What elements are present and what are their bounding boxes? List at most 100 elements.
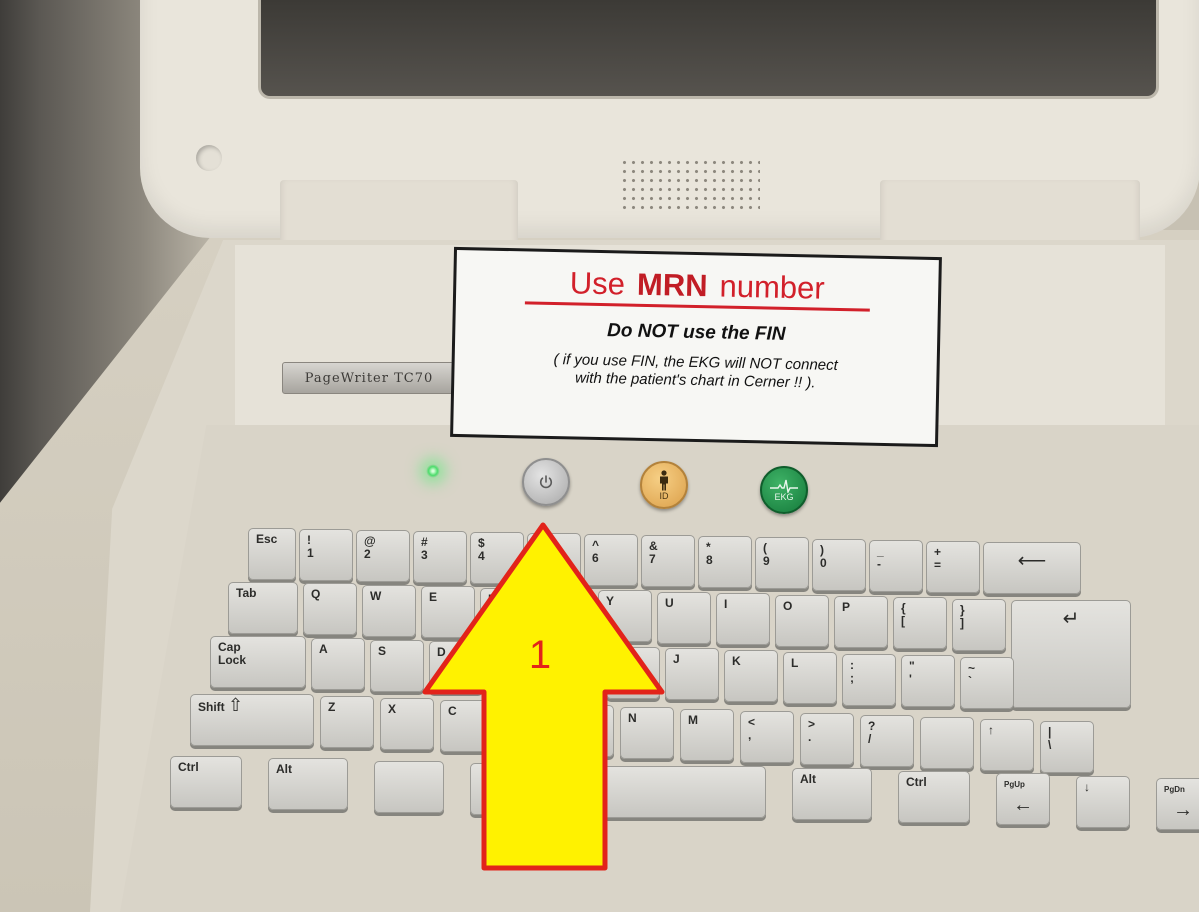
key-enter[interactable]: ↵ bbox=[1011, 600, 1131, 709]
key-d[interactable]: D bbox=[429, 641, 483, 694]
key-label: Alt bbox=[276, 762, 292, 777]
key-o[interactable]: O bbox=[775, 594, 829, 647]
key-blank-4-8[interactable]: ↓ bbox=[1076, 775, 1130, 828]
key-label: $ 4 bbox=[478, 536, 485, 564]
key-blank-4-3[interactable] bbox=[470, 763, 540, 816]
key-t[interactable]: T bbox=[539, 589, 593, 641]
key-label: PgDn bbox=[1164, 785, 1185, 795]
shift-arrow-icon: ⇧ bbox=[228, 695, 244, 715]
key-blank-3-12[interactable]: ↑ bbox=[980, 719, 1034, 772]
key-label: # 3 bbox=[421, 535, 428, 563]
key-label: T bbox=[547, 593, 555, 607]
key-blank-3-8[interactable]: < , bbox=[740, 710, 794, 763]
key-blank-2-10[interactable]: : ; bbox=[842, 653, 896, 706]
key-blank-0-12[interactable]: + = bbox=[926, 540, 980, 593]
key-u[interactable]: U bbox=[657, 591, 711, 644]
key-label: A bbox=[319, 641, 328, 656]
key-i[interactable]: I bbox=[716, 593, 770, 646]
key-cap-lock[interactable]: Cap Lock bbox=[210, 636, 306, 688]
key-p[interactable]: P bbox=[834, 596, 888, 648]
key-2[interactable]: @ 2 bbox=[356, 530, 410, 583]
key-e[interactable]: E bbox=[421, 586, 475, 639]
key-j[interactable]: J bbox=[665, 648, 719, 701]
key-blank-4-4[interactable] bbox=[566, 765, 766, 818]
key-1[interactable]: ! 1 bbox=[299, 529, 353, 582]
key-0[interactable]: ) 0 bbox=[812, 538, 866, 591]
key-alt[interactable]: Alt bbox=[268, 758, 348, 811]
key-blank-3-11[interactable] bbox=[920, 717, 974, 770]
key-s[interactable]: S bbox=[370, 639, 424, 692]
key-x[interactable]: X bbox=[380, 698, 434, 751]
key-l[interactable]: L bbox=[783, 651, 837, 704]
key-blank-3-9[interactable]: > . bbox=[800, 712, 854, 765]
key-v[interactable]: V bbox=[500, 702, 554, 755]
key-label: L bbox=[791, 655, 799, 670]
key-label: ? / bbox=[868, 719, 876, 746]
key-label: ) 0 bbox=[820, 542, 827, 570]
key-pgdn[interactable]: PgDn → bbox=[1156, 778, 1199, 831]
key-pgup[interactable]: PgUp ← bbox=[996, 773, 1050, 826]
key-esc[interactable]: Esc bbox=[248, 528, 296, 580]
key-label: PgUp bbox=[1004, 780, 1025, 790]
key-label: J bbox=[673, 652, 680, 667]
key-blank-2-12[interactable]: ~ ` bbox=[960, 657, 1014, 709]
key-k[interactable]: K bbox=[724, 650, 778, 702]
key-label: & 7 bbox=[649, 539, 658, 567]
key-label: P bbox=[842, 600, 851, 614]
enter-arrow-icon: ↵ bbox=[1062, 608, 1080, 631]
key-label: " ' bbox=[909, 659, 915, 687]
key-c[interactable]: C bbox=[440, 700, 494, 753]
key-m[interactable]: M bbox=[680, 708, 734, 761]
key-label: ^ 6 bbox=[592, 538, 600, 566]
key-3[interactable]: # 3 bbox=[413, 531, 467, 584]
key-blank-4-2[interactable] bbox=[374, 760, 444, 813]
key-b[interactable]: B bbox=[560, 704, 614, 757]
key-blank-3-10[interactable]: ? / bbox=[860, 715, 914, 767]
key-label: K bbox=[732, 654, 741, 668]
key-h[interactable]: H bbox=[606, 646, 660, 699]
key-8[interactable]: * 8 bbox=[698, 536, 752, 589]
key-blank-1-11[interactable]: { [ bbox=[893, 597, 947, 650]
key-y[interactable]: Y bbox=[598, 590, 652, 643]
key-tab[interactable]: Tab bbox=[228, 582, 298, 634]
key-blank-0-11[interactable]: _ - bbox=[869, 539, 923, 592]
key-label: * 8 bbox=[706, 540, 713, 568]
key-ctrl[interactable]: Ctrl bbox=[170, 756, 242, 808]
key-4[interactable]: $ 4 bbox=[470, 532, 524, 585]
key-f[interactable]: F bbox=[488, 643, 542, 695]
key-label: W bbox=[370, 588, 382, 603]
key-label: ↑ bbox=[988, 723, 994, 738]
key-blank-2-11[interactable]: " ' bbox=[901, 655, 955, 708]
key-label: N bbox=[628, 710, 637, 725]
key-7[interactable]: & 7 bbox=[641, 535, 695, 588]
key-backspace[interactable]: ⟵ bbox=[983, 541, 1081, 594]
key-blank-1-12[interactable]: } ] bbox=[952, 598, 1006, 651]
key-9[interactable]: ( 9 bbox=[755, 537, 809, 590]
key-label: | \ bbox=[1048, 725, 1052, 753]
key-label: E bbox=[429, 590, 438, 605]
key-label: : ; bbox=[850, 657, 854, 685]
key-label: ! 1 bbox=[307, 533, 314, 561]
key-label: B bbox=[568, 708, 577, 723]
key-label: M bbox=[688, 712, 698, 727]
key-a[interactable]: A bbox=[311, 637, 365, 690]
key-blank-3-13[interactable]: | \ bbox=[1040, 721, 1094, 774]
key-q[interactable]: Q bbox=[303, 583, 357, 636]
key-label: + = bbox=[934, 544, 942, 572]
key-6[interactable]: ^ 6 bbox=[584, 534, 638, 587]
key-ctrl[interactable]: Ctrl bbox=[898, 770, 970, 823]
key-label: V bbox=[508, 706, 517, 721]
key-label: Shift bbox=[198, 700, 225, 714]
key-label: Z bbox=[328, 700, 336, 715]
key-g[interactable]: G bbox=[547, 644, 601, 697]
key-alt[interactable]: Alt bbox=[792, 768, 872, 821]
key-n[interactable]: N bbox=[620, 706, 674, 759]
key-label: I bbox=[724, 597, 728, 612]
key-5[interactable]: % 5 bbox=[527, 533, 581, 586]
key-label: Ctrl bbox=[906, 774, 927, 789]
key-z[interactable]: Z bbox=[320, 696, 374, 749]
key-shift[interactable]: Shift ⇧ bbox=[190, 694, 314, 746]
key-label: O bbox=[783, 598, 793, 613]
key-w[interactable]: W bbox=[362, 584, 416, 637]
key-r[interactable]: R bbox=[480, 587, 534, 640]
